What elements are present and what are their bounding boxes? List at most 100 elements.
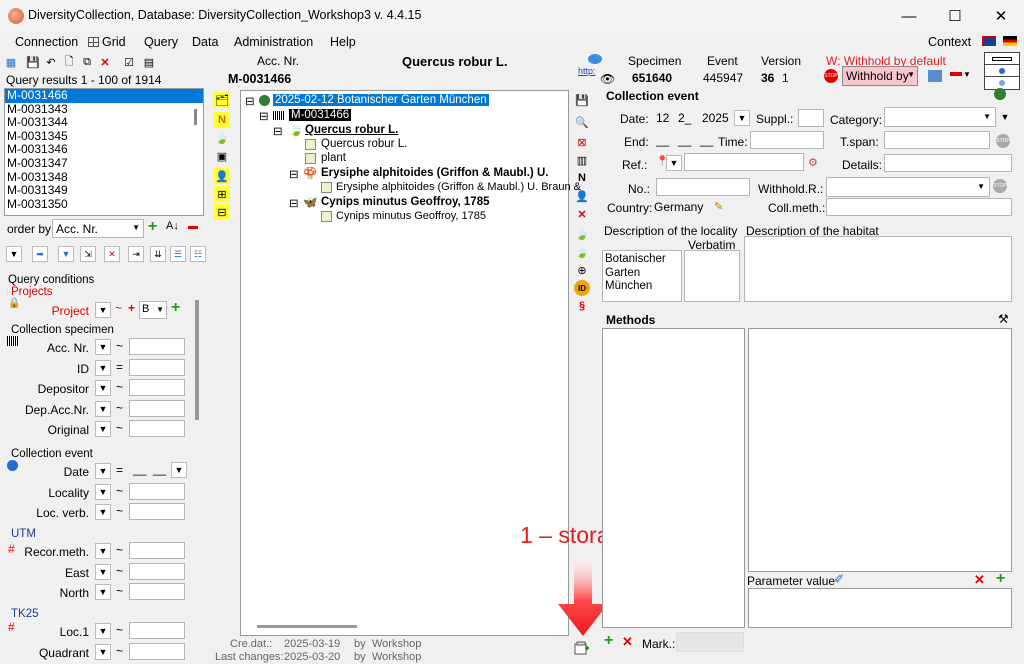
menu-query[interactable]: Query (144, 35, 178, 49)
search-icon[interactable]: 🔍 (574, 114, 590, 130)
tree-node-specimen[interactable]: M-0031466 (289, 109, 352, 121)
save-icon[interactable]: 💾 (26, 55, 40, 69)
english-flag-icon[interactable] (982, 36, 996, 46)
withhold-select[interactable]: Withhold by ▼ (842, 66, 918, 86)
menu-data[interactable]: Data (192, 35, 218, 49)
end-day[interactable]: __ (656, 133, 669, 147)
locality-textarea[interactable]: Botanischer Garten München (602, 250, 682, 302)
tree-view-icon[interactable]: 🗂 (214, 92, 230, 108)
menu-context[interactable]: Context (928, 35, 971, 49)
remove-order-icon[interactable] (188, 226, 198, 229)
table-view-icon[interactable] (928, 70, 942, 82)
tspan-input[interactable] (884, 131, 990, 149)
condition-op-dropdown[interactable]: ▼ (95, 400, 111, 417)
condition-op-dropdown[interactable]: ▼ (95, 421, 111, 438)
new-document-icon[interactable]: 🗋 (62, 55, 76, 69)
start-query-icon[interactable]: ➡ (32, 246, 48, 262)
condition-input[interactable] (129, 562, 185, 580)
menu-connection[interactable]: Connection (15, 35, 78, 49)
time-input[interactable] (750, 131, 824, 149)
list-item[interactable]: M-0031346 (5, 143, 203, 157)
condition-op-dropdown[interactable]: ▼ (95, 623, 111, 639)
filter-add-icon[interactable]: ⇲ (80, 246, 96, 262)
mark-input[interactable] (676, 632, 744, 652)
tree-node-event[interactable]: 2025-02-12 Botanischer Garten München (273, 94, 489, 106)
list-item[interactable]: M-0031344 (5, 116, 203, 130)
tree-node-plant[interactable]: plant (321, 152, 346, 164)
tree-scrollbar[interactable] (257, 625, 357, 628)
edit-param-icon[interactable]: ✐ (834, 572, 844, 586)
north-add-icon[interactable]: N (574, 170, 590, 186)
condition-input[interactable] (129, 399, 185, 417)
habitat-textarea[interactable] (744, 236, 1012, 302)
condition-input[interactable] (129, 642, 185, 660)
sort-az-icon[interactable]: A↓ (166, 220, 179, 232)
list-item[interactable]: M-0031350 (5, 197, 203, 212)
tspan-stop-icon[interactable]: STOP (996, 134, 1010, 148)
date-dropdown[interactable]: ▼ (171, 462, 187, 478)
list-item[interactable]: M-0031347 (5, 156, 203, 171)
pencil-icon[interactable]: ✎ (714, 200, 723, 213)
date-day[interactable]: 12 (656, 110, 676, 128)
project-combo[interactable]: B ▼ (139, 301, 167, 319)
project-op-dropdown[interactable]: ▼ (95, 302, 111, 318)
remove-node-icon[interactable]: ✕ (574, 206, 590, 222)
conditions-scrollbar[interactable] (195, 300, 199, 420)
delete-icon[interactable]: ✕ (98, 55, 112, 69)
date-picker-dropdown[interactable]: ▼ (734, 110, 750, 126)
tree-collapse-icon[interactable]: ⊟ (273, 124, 283, 138)
eye-icon[interactable]: 👁 (600, 72, 615, 86)
methods-detail[interactable] (748, 328, 1012, 572)
menu-grid[interactable]: Grid (102, 35, 126, 49)
condition-input[interactable] (129, 379, 185, 397)
tools-icon[interactable]: ⚒ (998, 312, 1009, 326)
paragraph-icon[interactable]: § (574, 298, 590, 314)
filter-icon[interactable]: ▼ (58, 246, 74, 262)
condition-op-dropdown[interactable]: ▼ (95, 584, 111, 601)
hierarchy-icon[interactable]: ⊞ (214, 186, 230, 202)
end-year[interactable]: __ (700, 133, 713, 147)
condition-input[interactable] (129, 503, 185, 521)
date-month[interactable]: 2_ (678, 110, 696, 128)
german-flag-icon[interactable] (1003, 36, 1017, 46)
checkbox-icon[interactable]: ☑ (122, 55, 136, 69)
category-select[interactable]: ▼ (884, 107, 996, 127)
save-tree-icon[interactable]: 💾 (574, 92, 590, 108)
leaf-icon[interactable]: 🍃 (214, 130, 230, 146)
suppl-input[interactable] (798, 109, 824, 127)
condition-op-dropdown[interactable]: ▼ (95, 463, 111, 479)
date-day-input[interactable]: __ (133, 462, 146, 476)
parameter-value-field[interactable] (748, 588, 1012, 628)
dropdown-icon[interactable]: ▼ (6, 246, 22, 262)
tree-collapse-icon[interactable]: ⊟ (259, 109, 269, 123)
condition-input[interactable] (129, 420, 185, 438)
condition-input[interactable] (129, 338, 185, 355)
condition-input[interactable] (129, 358, 185, 376)
order-by-select[interactable]: Acc. Nr. ▼ (52, 219, 144, 238)
remove-param-icon[interactable]: ✕ (974, 572, 985, 588)
menu-administration[interactable]: Administration (234, 35, 313, 49)
list-item[interactable]: M-0031343 (5, 102, 203, 117)
label-icon[interactable]: ▣ (214, 148, 230, 164)
condition-op-dropdown[interactable]: ▼ (95, 563, 111, 580)
condition-op-dropdown[interactable]: ▼ (95, 339, 111, 355)
remove-icon[interactable] (950, 72, 962, 76)
delete-tree-icon[interactable]: ⊠ (574, 134, 590, 150)
condition-op-dropdown[interactable]: ▼ (95, 380, 111, 397)
condition-input[interactable] (129, 542, 185, 559)
list-item[interactable]: M-0031466 (5, 88, 203, 103)
remove-dropdown-icon[interactable]: ▼ (963, 70, 971, 79)
tree-collapse-icon[interactable]: ⊟ (245, 94, 255, 108)
add-order-icon[interactable]: + (148, 218, 157, 236)
maximize-button[interactable]: ☐ (932, 0, 978, 32)
condition-op-dropdown[interactable]: ▼ (95, 359, 111, 376)
http-link[interactable]: http: (578, 66, 596, 76)
tree-node-erysiphe-ident[interactable]: Erysiphe alphitoides (Griffon & Maubl.) … (336, 181, 581, 193)
condition-op-dropdown[interactable]: ▼ (95, 643, 111, 660)
link-icon[interactable] (588, 54, 602, 64)
copy-icon[interactable]: ⧉ (80, 55, 94, 69)
tree-collapse-icon[interactable]: ⊟ (289, 196, 299, 210)
list-view-icon[interactable]: ☰ (170, 246, 186, 262)
storage-icon[interactable] (574, 641, 590, 655)
list-item[interactable]: M-0031348 (5, 170, 203, 185)
